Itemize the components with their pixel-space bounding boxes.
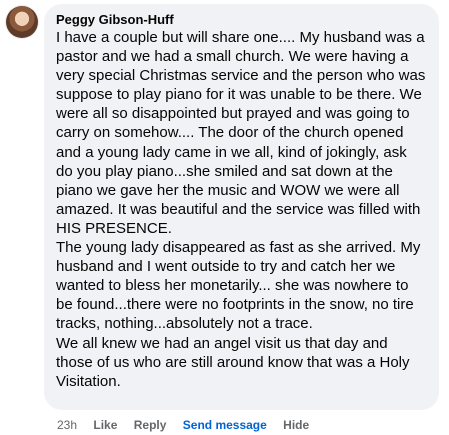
comment-actions: 23h Like Reply Send message Hide — [57, 418, 322, 432]
like-button[interactable]: Like — [93, 418, 117, 432]
avatar[interactable] — [6, 6, 38, 38]
comment-text: I have a couple but will share one.... M… — [56, 28, 427, 391]
comment-bubble: Peggy Gibson-Huff I have a couple but wi… — [44, 4, 439, 410]
hide-button[interactable]: Hide — [283, 418, 309, 432]
comment-container: Peggy Gibson-Huff I have a couple but wi… — [0, 0, 449, 435]
reply-button[interactable]: Reply — [134, 418, 167, 432]
send-message-button[interactable]: Send message — [183, 418, 267, 432]
comment-author[interactable]: Peggy Gibson-Huff — [56, 12, 427, 28]
timestamp-link[interactable]: 23h — [57, 418, 77, 432]
comment-paragraph-2: The young lady disappeared as fast as sh… — [56, 239, 421, 333]
comment-paragraph-3: We all knew we had an angel visit us tha… — [56, 334, 410, 390]
comment-paragraph-1: I have a couple but will share one.... M… — [56, 29, 426, 237]
